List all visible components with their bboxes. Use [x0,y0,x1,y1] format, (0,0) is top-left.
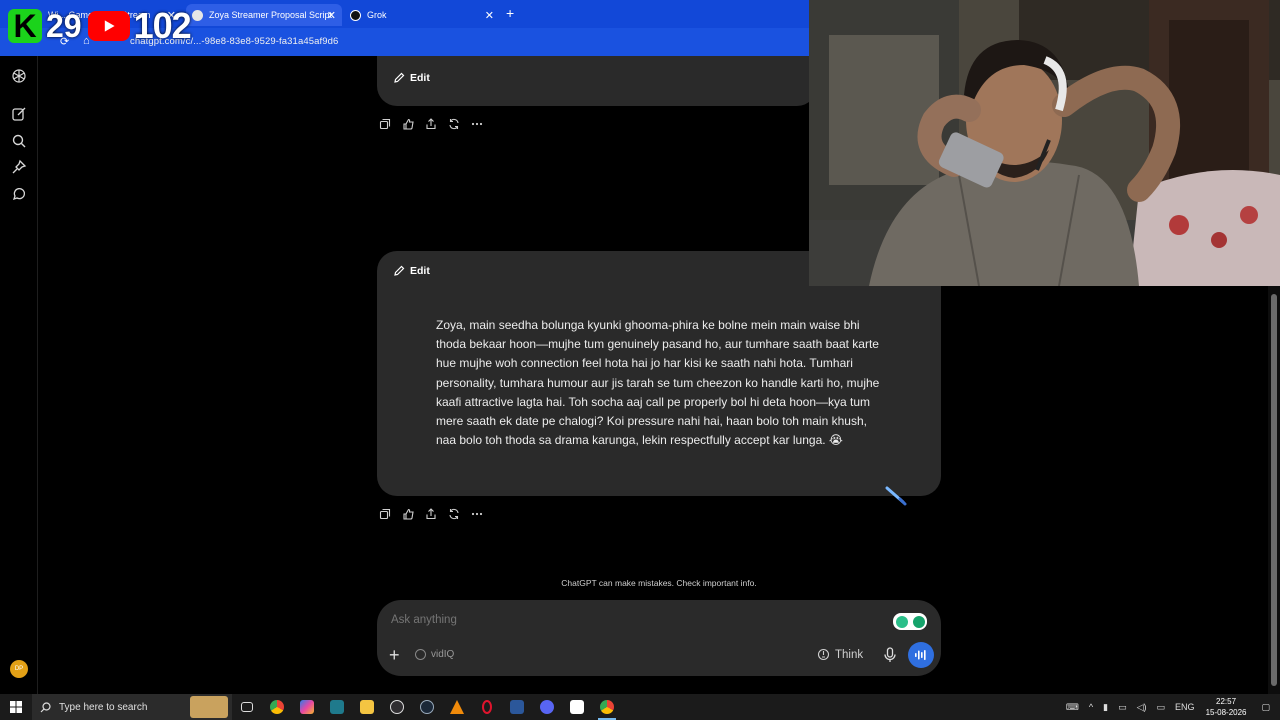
steam-icon[interactable] [412,694,442,720]
volume-icon[interactable]: ◁) [1137,702,1147,713]
windows-taskbar: Type here to search ⌨ ^ ▮ ▭ ◁) ▭ ENG 22:… [0,694,1280,720]
language-indicator[interactable]: ENG [1175,702,1195,712]
search-icon [40,701,51,712]
new-chat-icon[interactable] [11,106,27,122]
search-icon[interactable] [11,133,27,149]
kick-logo-icon: K [8,8,42,44]
notification-icon[interactable]: ▢ [1261,702,1270,713]
more-options-icon[interactable] [470,117,484,131]
webcam-feed [809,0,1280,286]
app-white-icon[interactable] [562,694,592,720]
previous-user-message: Edit [377,56,817,106]
chrome-active-icon[interactable] [592,694,622,720]
windows-start-icon[interactable] [0,694,32,720]
share-icon[interactable] [424,507,438,521]
close-tab-icon[interactable]: ✕ [485,9,494,22]
tab-grok[interactable]: Grok ✕ [344,4,500,26]
word-icon[interactable] [502,694,532,720]
chatgpt-sidebar: DP [0,56,38,694]
microphone-icon[interactable] [883,647,897,663]
vidiq-label: vidIQ [431,649,455,660]
grammarly-icon[interactable] [893,613,927,630]
message-text: Zoya, main seedha bolunga kyunki ghooma-… [436,318,880,448]
pin-icon[interactable] [11,159,27,175]
disclaimer-text: ChatGPT can make mistakes. Check importa… [561,578,757,588]
clock-date: 15-08-2026 [1205,708,1247,717]
battery-icon[interactable]: ▭ [1157,702,1166,713]
prompt-input[interactable] [391,614,871,626]
tab-zoya-proposal[interactable]: Zoya Streamer Proposal Script ✕ [186,4,342,26]
lightbulb-icon [817,648,830,661]
edit-button[interactable]: Edit [393,265,430,277]
kick-viewer-count: 29 [46,7,82,44]
youtube-viewer-count: 102 [133,5,192,46]
keyboard-icon[interactable]: ⌨ [1066,702,1079,713]
microphone-tray-icon[interactable]: ▮ [1103,702,1108,713]
chrome-icon[interactable] [262,694,292,720]
message-actions [378,507,484,521]
clock-time: 22:57 [1216,697,1237,706]
waveform-icon [915,650,926,660]
pencil-icon [394,72,405,83]
regenerate-icon[interactable] [447,507,461,521]
pencil-icon [394,265,405,276]
message-actions [378,117,484,131]
new-tab-icon[interactable]: + [506,5,514,21]
chat-bubble-icon[interactable] [11,186,27,202]
search-highlight-icon [190,696,228,718]
voice-mode-button[interactable] [908,642,934,668]
stream-overlay: K 29 102 [8,5,192,46]
system-tray: ⌨ ^ ▮ ▭ ◁) ▭ ENG 22:57 15-08-2026 ▢ [1061,694,1280,720]
opera-icon[interactable] [472,694,502,720]
chatgpt-favicon-icon [192,9,203,21]
taskbar-search[interactable]: Type here to search [32,694,232,720]
composer: + vidIQ Think [377,600,941,676]
add-attachment-button[interactable]: + [389,645,400,666]
clock[interactable]: 22:57 15-08-2026 [1206,696,1247,718]
edit-button[interactable]: Edit [393,72,430,84]
file-explorer-icon[interactable] [352,694,382,720]
openai-logo-icon[interactable] [11,68,27,84]
chevron-up-icon[interactable]: ^ [1089,702,1093,712]
scrollbar[interactable] [1268,286,1280,694]
copy-icon[interactable] [378,117,392,131]
app-teal-icon[interactable] [322,694,352,720]
user-message-bubble: Edit Zoya, main seedha bolunga kyunki gh… [377,251,941,496]
network-icon[interactable]: ▭ [1118,702,1127,713]
vlc-icon[interactable] [442,694,472,720]
tab-title: Grok [367,10,387,20]
think-label: Think [835,648,864,661]
copy-icon[interactable] [378,507,392,521]
thumbs-icon[interactable] [401,507,415,521]
search-placeholder: Type here to search [59,701,148,713]
copilot-icon[interactable] [292,694,322,720]
vidiq-button[interactable]: vidIQ [415,649,454,660]
edit-label: Edit [410,265,430,277]
grok-favicon-icon [350,9,361,21]
task-view-icon[interactable] [232,694,262,720]
scrollbar-thumb[interactable] [1271,294,1277,686]
close-tab-icon[interactable]: ✕ [327,9,336,22]
think-button[interactable]: Think [817,648,863,661]
pen-cursor-icon [885,486,907,506]
vidiq-icon [415,649,426,660]
regenerate-icon[interactable] [447,117,461,131]
thumbs-icon[interactable] [401,117,415,131]
edit-label: Edit [410,72,430,84]
tab-title: Zoya Streamer Proposal Script [209,10,333,20]
obs-icon[interactable] [382,694,412,720]
discord-icon[interactable] [532,694,562,720]
youtube-logo-icon [87,11,130,41]
share-icon[interactable] [424,117,438,131]
avatar[interactable]: DP [10,660,28,678]
more-options-icon[interactable] [470,507,484,521]
